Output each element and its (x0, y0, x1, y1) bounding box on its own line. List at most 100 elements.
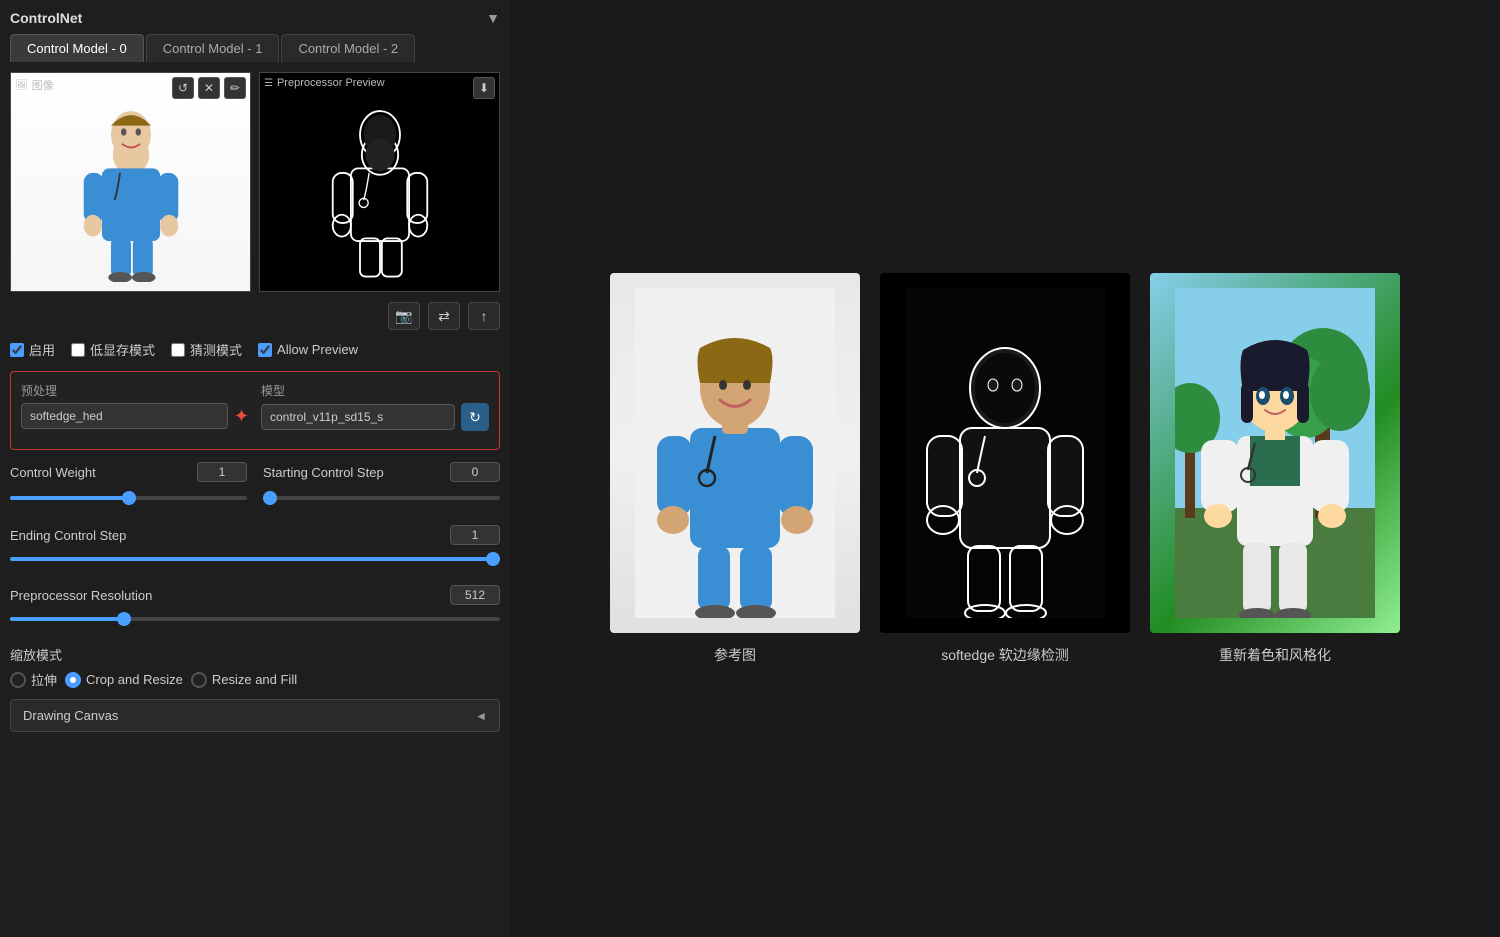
input-image-box[interactable]: 🖼 图像 ↺ ✕ ✏ (10, 72, 251, 292)
resize-fill-label: Resize and Fill (212, 672, 297, 687)
enable-checkbox[interactable]: 启用 (10, 340, 55, 359)
edge-output-svg (905, 288, 1105, 618)
input-image-label: 🖼 图像 (15, 77, 54, 93)
ending-step-slider[interactable] (10, 557, 500, 561)
control-weight-slider[interactable] (10, 496, 247, 500)
output-ref-item: 参考图 (610, 273, 860, 665)
ending-step-label: Ending Control Step (10, 528, 440, 543)
styled-image-box (1150, 273, 1400, 633)
resolution-section: Preprocessor Resolution 512 (10, 585, 500, 635)
output-edge-item: softedge 软边缘检测 (880, 273, 1130, 665)
preprocessor-preview-label: ☰ Preprocessor Preview (264, 77, 385, 89)
action-buttons-row: 📷 ⇄ ↑ (10, 302, 500, 330)
preproc-model-row: 预处理 softedge_hed ✦ 模型 control_v11p_sd15_… (21, 382, 489, 431)
output-styled-item: 重新着色和风格化 (1150, 273, 1400, 665)
starting-step-row: Starting Control Step 0 (263, 462, 500, 482)
edge-detection-image (260, 73, 499, 291)
edge-output-image (880, 273, 1130, 633)
ref-caption: 参考图 (714, 645, 756, 665)
resize-fill-option[interactable]: Resize and Fill (191, 672, 297, 688)
control-weight-col: Control Weight 1 (10, 462, 247, 486)
edit-image-button[interactable]: ✏ (224, 77, 246, 99)
right-panel: 参考图 (510, 0, 1500, 937)
output-images: 参考图 (610, 273, 1400, 665)
model-col: 模型 control_v11p_sd15_s ↻ (261, 382, 489, 431)
drawing-canvas-label: Drawing Canvas (23, 708, 118, 723)
resolution-row: Preprocessor Resolution 512 (10, 585, 500, 605)
edge-svg (315, 82, 445, 282)
preprocessor-label: 预处理 (21, 382, 249, 399)
crop-resize-label: Crop and Resize (86, 672, 183, 687)
fire-icon: ✦ (234, 406, 249, 427)
model-label: 模型 (261, 382, 489, 399)
nurse-photo (11, 73, 250, 291)
zoom-options: 拉伸 Crop and Resize Resize and Fill (10, 670, 500, 689)
control-weight-label: Control Weight (10, 465, 187, 480)
low-vram-checkbox[interactable]: 低显存模式 (71, 340, 155, 359)
guess-mode-checkbox[interactable]: 猜测模式 (171, 340, 242, 359)
crop-resize-option[interactable]: Crop and Resize (65, 672, 183, 688)
styled-output-image (1150, 273, 1400, 633)
starting-step-label: Starting Control Step (263, 465, 440, 480)
control-weight-value[interactable]: 1 (197, 462, 247, 482)
zoom-section: 缩放模式 拉伸 Crop and Resize Resize and (10, 645, 500, 689)
tab-control-model-0[interactable]: Control Model - 0 (10, 34, 144, 62)
refresh-image-button[interactable]: ↺ (172, 77, 194, 99)
nurse-svg (66, 82, 196, 282)
ending-step-value[interactable]: 1 (450, 525, 500, 545)
checkboxes-row: 启用 低显存模式 猜测模式 Allow Preview (10, 340, 500, 359)
model-dropdown[interactable]: control_v11p_sd15_s (261, 404, 455, 430)
allow-preview-checkbox[interactable]: Allow Preview (258, 342, 358, 357)
preprocessor-preview-box[interactable]: ☰ Preprocessor Preview ⬇ (259, 72, 500, 292)
left-panel: ControlNet ▼ Control Model - 0 Control M… (0, 0, 510, 937)
input-image-controls: ↺ ✕ ✏ (172, 77, 246, 99)
upload-button[interactable]: ↑ (468, 302, 500, 330)
images-row: 🖼 图像 ↺ ✕ ✏ (10, 72, 500, 292)
styled-svg (1175, 288, 1375, 618)
panel-collapse-arrow[interactable]: ▼ (486, 10, 500, 26)
styled-caption: 重新着色和风格化 (1219, 645, 1331, 665)
preprocessor-preview-controls: ⬇ (473, 77, 495, 99)
starting-step-col: Starting Control Step 0 (263, 462, 500, 486)
download-preview-button[interactable]: ⬇ (473, 77, 495, 99)
camera-button[interactable]: 📷 (388, 302, 420, 330)
starting-step-slider-container (263, 488, 500, 503)
tab-control-model-2[interactable]: Control Model - 2 (281, 34, 415, 62)
resolution-slider[interactable] (10, 617, 500, 621)
ending-step-row: Ending Control Step 1 (10, 525, 500, 545)
starting-step-slider[interactable] (263, 496, 500, 500)
model-select-row: control_v11p_sd15_s ↻ (261, 403, 489, 431)
close-image-button[interactable]: ✕ (198, 77, 220, 99)
crop-resize-radio[interactable] (65, 672, 81, 688)
panel-header: ControlNet ▼ (10, 10, 500, 26)
drawing-canvas-bar[interactable]: Drawing Canvas ◄ (10, 699, 500, 732)
model-refresh-button[interactable]: ↻ (461, 403, 489, 431)
resolution-value[interactable]: 512 (450, 585, 500, 605)
weight-start-sliders: Control Weight 1 Starting Control Step 0 (10, 462, 500, 515)
stretch-radio[interactable] (10, 672, 26, 688)
drawing-canvas-arrow: ◄ (475, 709, 487, 723)
preprocessor-select-row: softedge_hed ✦ (21, 403, 249, 429)
dual-slider-track-row (10, 488, 500, 503)
ref-nurse-svg (635, 288, 835, 618)
panel-title: ControlNet (10, 10, 82, 26)
swap-button[interactable]: ⇄ (428, 302, 460, 330)
tab-control-model-1[interactable]: Control Model - 1 (146, 34, 280, 62)
two-col-slider-row: Control Weight 1 Starting Control Step 0 (10, 462, 500, 486)
edge-image-box (880, 273, 1130, 633)
ref-image-box (610, 273, 860, 633)
edge-caption: softedge 软边缘检测 (941, 645, 1069, 665)
tabs-container: Control Model - 0 Control Model - 1 Cont… (10, 34, 500, 62)
preprocessor-dropdown[interactable]: softedge_hed (21, 403, 228, 429)
resolution-label: Preprocessor Resolution (10, 588, 440, 603)
ending-step-section: Ending Control Step 1 (10, 525, 500, 575)
preprocessor-col: 预处理 softedge_hed ✦ (21, 382, 249, 431)
stretch-label: 拉伸 (31, 670, 57, 689)
zoom-label: 缩放模式 (10, 645, 500, 664)
control-weight-row: Control Weight 1 (10, 462, 247, 482)
starting-step-value[interactable]: 0 (450, 462, 500, 482)
resize-fill-radio[interactable] (191, 672, 207, 688)
stretch-option[interactable]: 拉伸 (10, 670, 57, 689)
preprocessor-model-section: 预处理 softedge_hed ✦ 模型 control_v11p_sd15_… (10, 371, 500, 450)
ref-image (610, 273, 860, 633)
